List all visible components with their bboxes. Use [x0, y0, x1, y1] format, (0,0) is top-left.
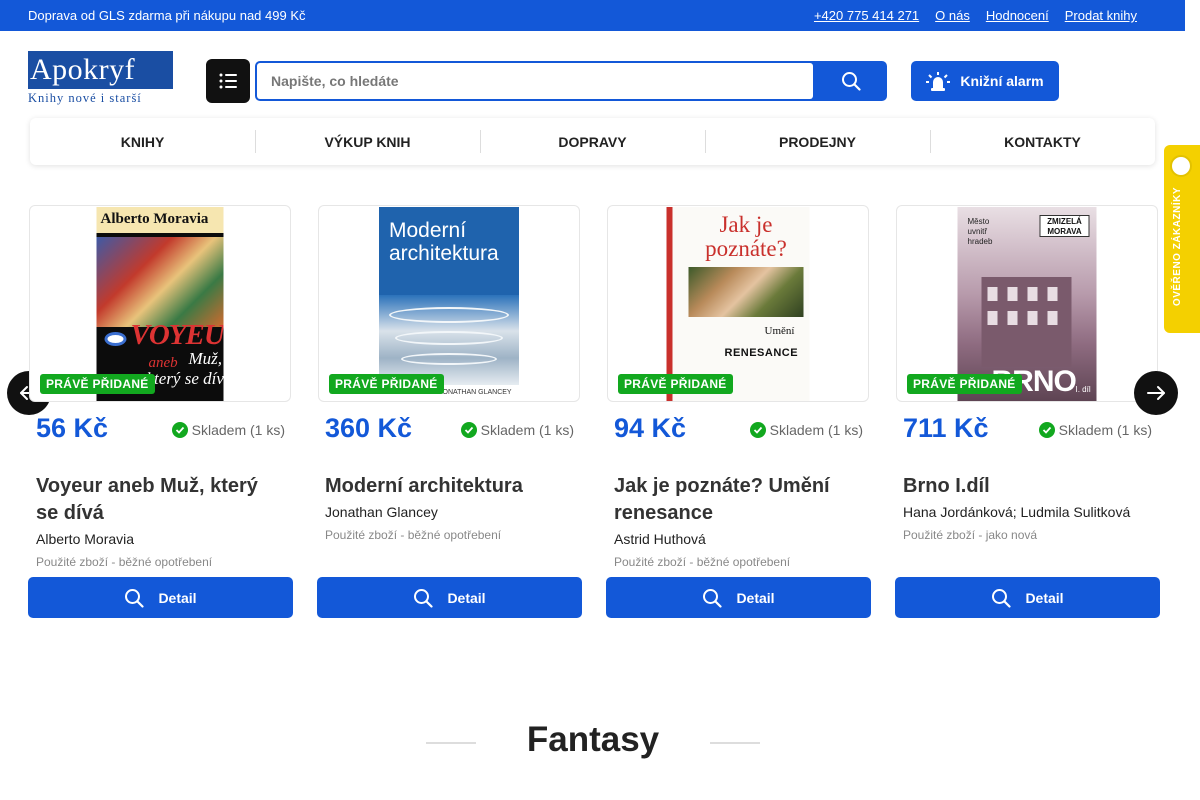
- product-price: 360 Kč: [325, 413, 413, 443]
- nav-item-stores[interactable]: PRODEJNY: [705, 118, 930, 165]
- search-bar: [255, 61, 887, 101]
- just-added-badge: PRÁVĚ PŘIDANÉ: [618, 374, 733, 394]
- product-card: Moderní architektura JONATHAN GLANCEY PR…: [317, 205, 582, 625]
- book-cover: Jak je poznáte? Umění RENESANCE: [666, 207, 810, 401]
- detail-label: Detail: [736, 589, 775, 606]
- product-title[interactable]: Brno I.díl: [903, 473, 1148, 500]
- sell-books-link[interactable]: Prodat knihy: [1065, 8, 1137, 23]
- about-link[interactable]: O nás: [935, 8, 970, 23]
- verified-badge-label: OVĚŘENO ZÁKAZNÍKY: [1172, 187, 1183, 307]
- product-card: Alberto Moravia VOYEUR aneb Muž, který s…: [28, 205, 293, 625]
- product-author: Astrid Huthová: [614, 531, 706, 547]
- verified-by-customers-badge[interactable]: OVĚŘENO ZÁKAZNÍKY: [1164, 145, 1200, 333]
- just-added-badge: PRÁVĚ PŘIDANÉ: [907, 374, 1022, 394]
- just-added-badge: PRÁVĚ PŘIDANÉ: [329, 374, 444, 394]
- search-button[interactable]: [815, 61, 887, 101]
- search-icon: [125, 588, 145, 608]
- section-title: Fantasy: [526, 720, 660, 759]
- main-nav: KNIHY VÝKUP KNIH DOPRAVY PRODEJNY KONTAK…: [30, 118, 1155, 165]
- stock-status: Skladem (1 ks): [171, 422, 285, 438]
- detail-button[interactable]: Detail: [606, 577, 871, 618]
- product-author: Jonathan Glancey: [325, 504, 438, 520]
- nav-item-book-buyout[interactable]: VÝKUP KNIH: [255, 118, 480, 165]
- divider: [710, 742, 760, 744]
- book-alarm-button[interactable]: Knižní alarm: [911, 61, 1059, 101]
- search-icon: [414, 588, 434, 608]
- stock-status: Skladem (1 ks): [1038, 422, 1152, 438]
- stock-status: Skladem (1 ks): [460, 422, 574, 438]
- check-icon: [749, 422, 766, 438]
- list-icon: [219, 73, 237, 89]
- book-cover: Město uvnitř hradeb ZMIZELÁ MORAVA BRNO …: [957, 207, 1097, 401]
- check-icon: [460, 422, 477, 438]
- search-icon: [703, 588, 723, 608]
- product-condition: Použité zboží - běžné opotřebení: [325, 528, 502, 542]
- stock-label: Skladem (1 ks): [480, 422, 574, 438]
- detail-label: Detail: [158, 589, 197, 606]
- detail-button[interactable]: Detail: [28, 577, 293, 618]
- detail-label: Detail: [1025, 589, 1064, 606]
- product-image[interactable]: Jak je poznáte? Umění RENESANCE PRÁVĚ PŘ…: [607, 205, 869, 402]
- cover-author: Alberto Moravia: [100, 211, 209, 227]
- stock-label: Skladem (1 ks): [1058, 422, 1152, 438]
- reviews-link[interactable]: Hodnocení: [986, 8, 1049, 23]
- nav-item-books[interactable]: KNIHY: [30, 118, 255, 165]
- stock-label: Skladem (1 ks): [191, 422, 285, 438]
- product-image[interactable]: Moderní architektura JONATHAN GLANCEY PR…: [318, 205, 580, 402]
- product-price: 56 Kč: [36, 413, 109, 443]
- product-condition: Použité zboží - běžné opotřebení: [36, 555, 213, 569]
- product-image[interactable]: Město uvnitř hradeb ZMIZELÁ MORAVA BRNO …: [896, 205, 1158, 402]
- top-bar: Doprava od GLS zdarma při nákupu nad 499…: [0, 0, 1185, 31]
- detail-label: Detail: [447, 589, 486, 606]
- stock-label: Skladem (1 ks): [769, 422, 863, 438]
- product-title[interactable]: Moderní architektura: [325, 473, 570, 500]
- product-condition: Použité zboží - jako nová: [903, 528, 1038, 542]
- stock-status: Skladem (1 ks): [749, 422, 863, 438]
- book-cover: Alberto Moravia VOYEUR aneb Muž, který s…: [96, 207, 224, 401]
- just-added-badge: PRÁVĚ PŘIDANÉ: [40, 374, 155, 394]
- product-card: Jak je poznáte? Umění RENESANCE PRÁVĚ PŘ…: [606, 205, 871, 625]
- product-price: 94 Kč: [614, 413, 687, 443]
- top-links: +420 775 414 271 O nás Hodnocení Prodat …: [814, 8, 1137, 23]
- product-author: Alberto Moravia: [36, 531, 135, 547]
- search-icon: [992, 588, 1012, 608]
- book-alarm-label: Knižní alarm: [960, 73, 1044, 89]
- check-icon: [1038, 422, 1055, 438]
- nav-item-shipping[interactable]: DOPRAVY: [480, 118, 705, 165]
- carousel-next-button[interactable]: [1134, 371, 1178, 415]
- search-icon: [842, 72, 861, 91]
- nav-item-contacts[interactable]: KONTAKTY: [930, 118, 1155, 165]
- logo[interactable]: Apokryf Knihy nové i starší: [28, 51, 173, 108]
- product-title[interactable]: Voyeur aneb Muž, který se dívá: [36, 473, 281, 527]
- section-header: Fantasy: [426, 720, 760, 766]
- detail-button[interactable]: Detail: [895, 577, 1160, 618]
- cover-title: VOYEUR: [130, 319, 224, 351]
- product-card: Město uvnitř hradeb ZMIZELÁ MORAVA BRNO …: [895, 205, 1160, 625]
- arrow-right-icon: [1147, 386, 1165, 400]
- logo-wordmark: Apokryf: [28, 51, 173, 89]
- siren-icon: [926, 72, 951, 91]
- product-price: 711 Kč: [903, 413, 989, 443]
- phone-link[interactable]: +420 775 414 271: [814, 8, 919, 23]
- categories-menu-button[interactable]: [206, 59, 250, 103]
- seal-icon: [1170, 155, 1192, 177]
- logo-tagline: Knihy nové i starší: [28, 91, 142, 105]
- cover-title: Moderní architektura: [389, 219, 499, 265]
- cover-title: Jak je poznáte?: [705, 212, 787, 261]
- product-condition: Použité zboží - běžné opotřebení: [614, 555, 791, 569]
- shipping-info: Doprava od GLS zdarma při nákupu nad 499…: [28, 8, 306, 23]
- book-cover: Moderní architektura JONATHAN GLANCEY: [379, 207, 519, 401]
- product-author: Hana Jordánková; Ludmila Sulitková: [903, 504, 1131, 520]
- check-icon: [171, 422, 188, 438]
- product-image[interactable]: Alberto Moravia VOYEUR aneb Muž, který s…: [29, 205, 291, 402]
- product-title[interactable]: Jak je poznáte? Umění renesance: [614, 473, 859, 527]
- detail-button[interactable]: Detail: [317, 577, 582, 618]
- search-input[interactable]: [257, 63, 813, 99]
